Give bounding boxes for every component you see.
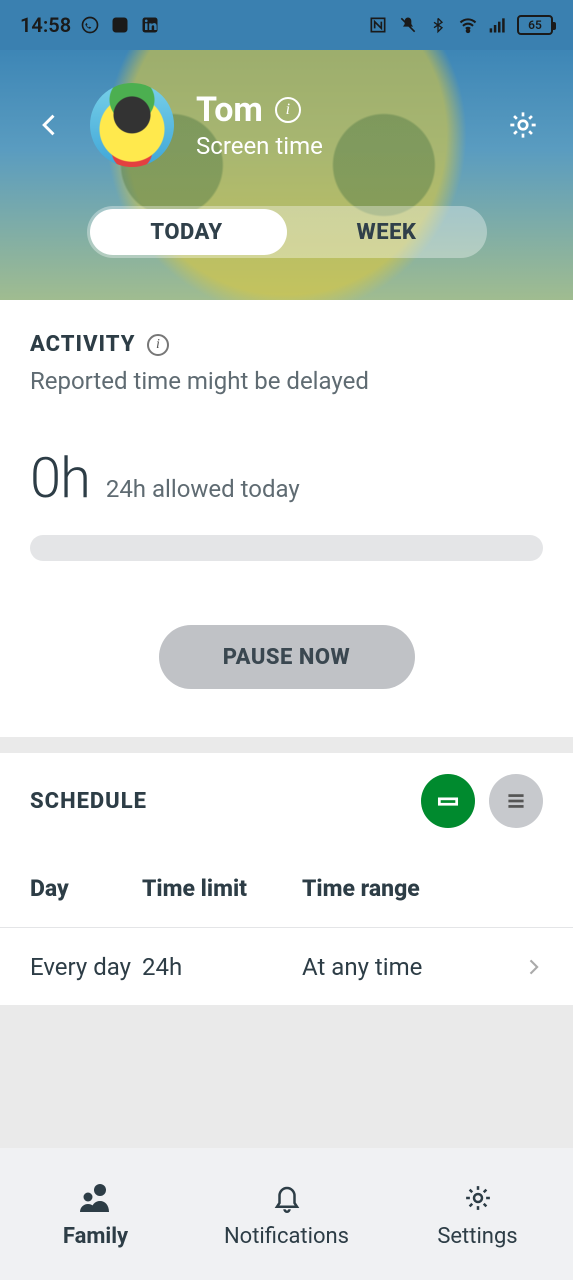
view-list-button[interactable] (489, 774, 543, 828)
activity-card: ACTIVITY i Reported time might be delaye… (0, 300, 573, 737)
status-time: 14:58 (20, 13, 71, 37)
nav-notifications[interactable]: Notifications (191, 1148, 382, 1280)
family-icon (76, 1180, 116, 1216)
cell-limit: 24h (142, 953, 302, 981)
back-button[interactable] (30, 105, 70, 145)
info-icon[interactable]: i (275, 97, 301, 123)
view-single-button[interactable] (421, 774, 475, 828)
linkedin-icon (139, 14, 161, 36)
col-day: Day (30, 875, 142, 902)
signal-icon (487, 14, 509, 36)
col-range: Time range (302, 875, 543, 902)
cell-range: At any time (302, 953, 513, 981)
nav-settings-label: Settings (437, 1224, 517, 1249)
tab-week[interactable]: WEEK (287, 206, 487, 258)
avatar[interactable] (90, 83, 174, 167)
pause-button[interactable]: PAUSE NOW (159, 625, 415, 689)
battery-level: 65 (528, 18, 542, 32)
nav-family[interactable]: Family (0, 1148, 191, 1280)
app-icon (109, 14, 131, 36)
nav-notifications-label: Notifications (224, 1224, 349, 1249)
schedule-header-row: Day Time limit Time range (0, 849, 573, 927)
profile-name: Tom (196, 90, 263, 130)
tab-today[interactable]: TODAY (87, 206, 287, 258)
activity-title: ACTIVITY (30, 332, 135, 357)
progress-bar (30, 535, 543, 561)
chevron-right-icon (513, 957, 543, 977)
nav-family-label: Family (63, 1224, 128, 1249)
time-used: 0h (30, 445, 90, 511)
mute-icon (397, 14, 419, 36)
profile-name-row: Tom i (196, 90, 503, 130)
col-limit: Time limit (142, 875, 302, 902)
wifi-icon (457, 14, 479, 36)
time-allowed: 24h allowed today (106, 475, 300, 503)
status-bar: 14:58 (0, 0, 573, 50)
schedule-row[interactable]: Every day 24h At any time (0, 927, 573, 1005)
schedule-card: SCHEDULE Day Time limit Time range Every… (0, 753, 573, 1005)
info-icon[interactable]: i (147, 334, 169, 356)
page-subtitle: Screen time (196, 132, 503, 160)
period-toggle: TODAY WEEK (87, 206, 487, 258)
battery-icon: 65 (517, 15, 553, 35)
bell-icon (267, 1180, 307, 1216)
nfc-icon (367, 14, 389, 36)
activity-note: Reported time might be delayed (30, 367, 543, 395)
settings-button[interactable] (503, 105, 543, 145)
bottom-nav: Family Notifications Settings (0, 1148, 573, 1280)
gear-icon (458, 1180, 498, 1216)
whatsapp-icon (79, 14, 101, 36)
bluetooth-icon (427, 14, 449, 36)
nav-settings[interactable]: Settings (382, 1148, 573, 1280)
cell-day: Every day (30, 953, 142, 981)
schedule-title: SCHEDULE (30, 789, 147, 814)
